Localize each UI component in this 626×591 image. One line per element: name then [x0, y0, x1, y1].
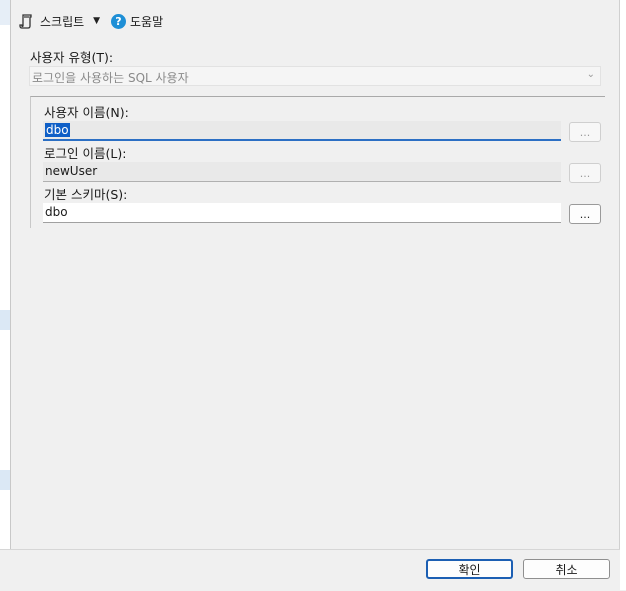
login-name-field[interactable]: newUser [43, 162, 561, 182]
window-edge [619, 0, 626, 590]
user-name-label: 사용자 이름(N): [44, 105, 129, 120]
default-schema-field[interactable]: dbo [43, 203, 561, 223]
default-schema-label: 기본 스키마(S): [44, 187, 128, 202]
ok-button[interactable]: 확인 [426, 559, 513, 579]
toolbar: 스크립트 ▼ ? 도움말 [11, 0, 618, 40]
script-button[interactable]: 스크립트 ▼ [19, 10, 100, 32]
script-icon [19, 14, 32, 29]
default-schema-value: dbo [45, 205, 68, 219]
default-schema-browse-button[interactable]: ... [569, 204, 601, 224]
help-label: 도움말 [130, 14, 164, 29]
script-label: 스크립트 [40, 14, 85, 29]
user-name-browse-button[interactable]: ... [569, 122, 601, 142]
object-explorer-strip [0, 0, 11, 549]
cancel-button[interactable]: 취소 [523, 559, 610, 579]
login-name-browse-button[interactable]: ... [569, 163, 601, 183]
user-type-label: 사용자 유형(T): [30, 50, 114, 65]
dialog-footer: 확인 취소 [0, 549, 620, 591]
chevron-down-icon[interactable]: ▼ [93, 16, 100, 26]
explorer-row [0, 310, 10, 330]
login-name-value: newUser [45, 164, 98, 178]
user-type-select[interactable]: 로그인을 사용하는 SQL 사용자 ⌄ [29, 66, 601, 86]
help-icon: ? [111, 13, 126, 29]
login-name-label: 로그인 이름(L): [44, 146, 127, 161]
user-type-value: 로그인을 사용하는 SQL 사용자 [32, 71, 189, 85]
help-button[interactable]: ? 도움말 [111, 10, 163, 32]
explorer-row [0, 470, 10, 490]
user-name-value: dbo [45, 123, 70, 137]
chevron-down-icon: ⌄ [586, 69, 595, 80]
user-name-field[interactable]: dbo [43, 121, 561, 141]
explorer-row [0, 0, 10, 25]
